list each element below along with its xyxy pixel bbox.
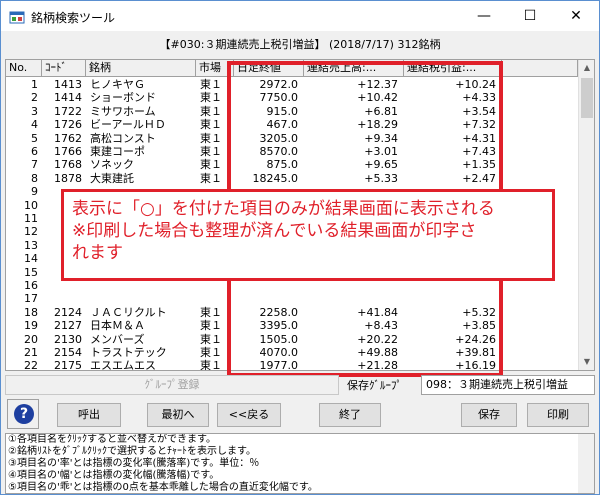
window-title: 銘柄検索ツール	[31, 11, 116, 25]
cell-code: 1768	[54, 158, 82, 172]
cell-code: 1726	[54, 118, 82, 132]
close-button[interactable]: ✕	[553, 1, 599, 31]
cell-no: 1	[31, 78, 38, 91]
cell-code: 1722	[54, 104, 82, 118]
cell-code: 1766	[54, 145, 82, 158]
callout-line-3: れます	[72, 243, 123, 263]
scroll-down-icon[interactable]: ▼	[579, 354, 594, 370]
cell-name: ミサワホーム	[90, 104, 156, 118]
cell-name: ソネック	[90, 158, 134, 172]
cell-code: 1762	[54, 131, 82, 145]
cell-no: 5	[31, 131, 38, 145]
search-condition-header: 【#030:３期連続売上税引増益】 (2018/7/17) 312銘柄	[5, 35, 595, 55]
help-icon: ?	[14, 404, 34, 424]
vertical-scrollbar[interactable]: ▲ ▼	[578, 60, 594, 370]
end-button[interactable]: 終了	[319, 403, 381, 427]
cell-no: 14	[24, 252, 38, 266]
cell-no: 18	[24, 305, 38, 319]
maximize-button[interactable]: ☐	[507, 1, 553, 31]
help-line: ④項目名の'幅'とは指標の変化幅(騰落幅)です。	[8, 470, 220, 481]
cell-code: 2175	[54, 359, 82, 371]
cell-name: ショーボンド	[90, 91, 156, 105]
cell-no: 19	[24, 319, 38, 333]
scroll-thumb[interactable]	[581, 78, 593, 118]
column-header-name[interactable]: 銘柄	[86, 60, 196, 77]
print-button[interactable]: 印刷	[527, 403, 589, 427]
annotation-callout: 表示に「○」を付けた項目のみが結果画面に表示される ※印刷した場合も整理が済んで…	[61, 189, 555, 281]
help-line: ①各項目名をｸﾘｯｸすると並べ替えができます。	[8, 434, 216, 445]
cell-code: 1878	[54, 171, 82, 185]
cell-no: 13	[24, 238, 38, 252]
cell-no: 2	[31, 91, 38, 105]
back-button[interactable]: <<戻る	[217, 403, 281, 427]
cell-no: 16	[24, 279, 38, 292]
cell-name: トラストテック	[90, 346, 167, 359]
cell-code	[42, 279, 86, 293]
cell-name	[86, 292, 196, 306]
cell-code: 1414	[54, 91, 82, 105]
help-line: ③項目名の'率'とは指標の変化率(騰落率)です。単位：％	[8, 458, 260, 469]
cell-no: 6	[31, 145, 38, 158]
cell-no: 20	[24, 332, 38, 346]
cell-name: エスエムエス	[90, 359, 156, 371]
cell-name: ビーアールＨＤ	[90, 118, 166, 132]
title-bar: 銘柄検索ツール — ☐ ✕	[1, 1, 599, 31]
app-icon	[9, 11, 25, 24]
cell-code: 2130	[54, 332, 82, 346]
call-button[interactable]: 呼出	[57, 403, 121, 427]
cell-no: 4	[31, 118, 38, 132]
callout-line-1: 表示に「○」を付けた項目のみが結果画面に表示される	[72, 199, 495, 219]
cell-name: 大東建託	[90, 171, 134, 185]
cell-name: 高松コンスト	[90, 131, 156, 145]
minimize-button[interactable]: —	[461, 1, 507, 31]
cell-no: 7	[31, 158, 38, 172]
cell-name: メンバーズ	[90, 332, 145, 346]
column-header-code[interactable]: ｺｰﾄﾞ	[42, 60, 86, 77]
cell-no: 10	[24, 198, 38, 212]
group-register-button[interactable]: ｸﾞﾙｰﾌﾟ登録	[5, 375, 339, 395]
cell-no: 9	[31, 185, 38, 199]
cell-code: 2154	[54, 346, 82, 359]
cell-name: 日本Ｍ＆Ａ	[90, 319, 145, 333]
cell-code	[42, 292, 86, 306]
column-header-no[interactable]: No.	[6, 60, 42, 77]
save-group-label: 保存ｸﾞﾙｰﾌﾟ	[347, 379, 402, 392]
scroll-up-icon[interactable]: ▲	[579, 60, 594, 76]
cell-no: 8	[31, 171, 38, 185]
cell-no: 12	[24, 225, 38, 239]
callout-line-2: ※印刷した場合も整理が済んでいる結果画面が印字さ	[72, 221, 477, 241]
cell-code: 2124	[54, 305, 82, 319]
cell-no: 15	[24, 265, 38, 279]
cell-name: ヒノキヤＧ	[90, 78, 145, 91]
cell-no: 17	[24, 292, 38, 306]
app-window: 銘柄検索ツール — ☐ ✕ 【#030:３期連続売上税引増益】 (2018/7/…	[0, 0, 600, 495]
cell-code: 1413	[54, 78, 82, 91]
help-text-area[interactable]: ①各項目名をｸﾘｯｸすると並べ替えができます。 ②銘柄ﾘｽﾄをﾀﾞﾌﾞﾙｸﾘｯｸ…	[5, 433, 595, 494]
cell-name	[86, 279, 196, 293]
cell-code: 2127	[54, 319, 82, 333]
first-button[interactable]: 最初へ	[147, 403, 209, 427]
cell-name: 東建コーポ	[90, 145, 145, 158]
help-line: ②銘柄ﾘｽﾄをﾀﾞﾌﾞﾙｸﾘｯｸで選択するとﾁｬｰﾄを表示します。	[8, 446, 256, 457]
cell-no: 11	[24, 212, 38, 225]
cell-no: 22	[24, 359, 38, 371]
cell-no: 3	[31, 104, 38, 118]
cell-name: ＪＡＣリクルト	[90, 305, 167, 319]
cell-no: 21	[24, 346, 38, 359]
help-scrollbar[interactable]	[578, 434, 594, 493]
save-group-select[interactable]: 098：３期連続売上税引増益	[421, 375, 595, 395]
help-line: ⑤項目名の'乖'とは指標の0点を基本乖離した場合の直近変化幅です。	[8, 482, 318, 493]
save-button[interactable]: 保存	[461, 403, 517, 427]
column-header-empty	[502, 60, 578, 77]
help-button[interactable]: ?	[7, 399, 39, 429]
